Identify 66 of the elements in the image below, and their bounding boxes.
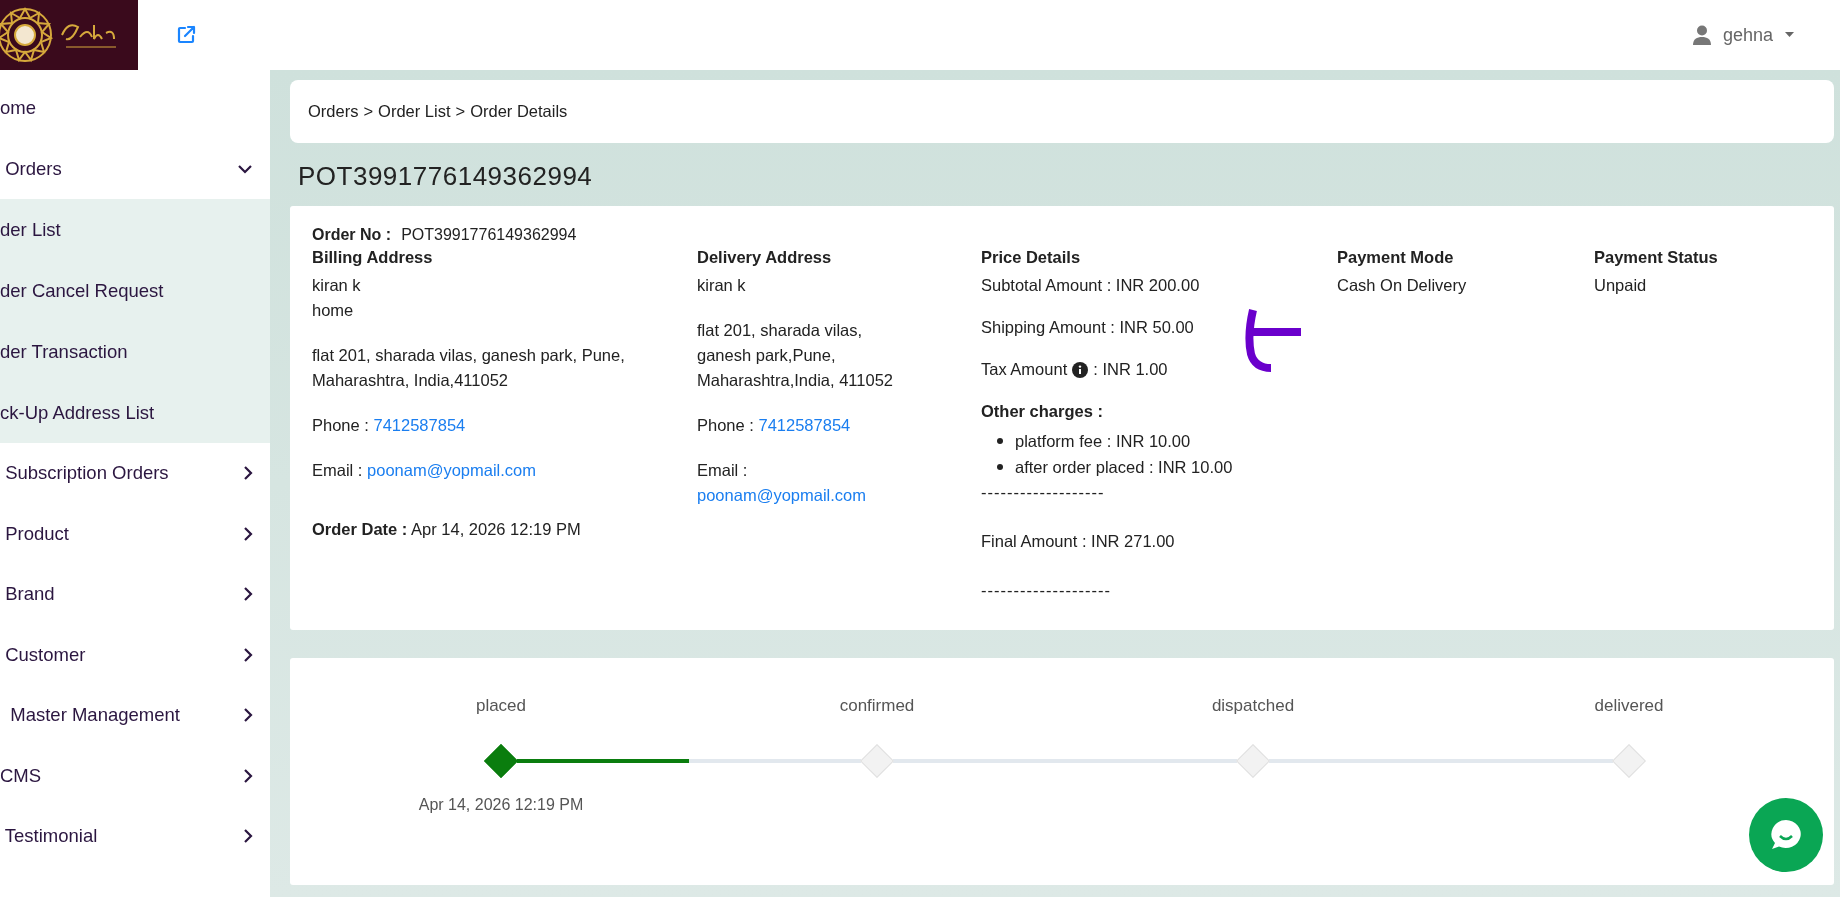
sidebar-subitem[interactable]: ck-Up Address List xyxy=(0,382,270,443)
step-label: dispatched xyxy=(1211,696,1295,716)
email-label: Email : xyxy=(312,461,363,479)
column-heading: Payment Mode xyxy=(1337,248,1455,267)
bullet-icon xyxy=(997,464,1003,470)
tax-value: : INR 1.00 xyxy=(1093,359,1168,380)
order-date-value: Apr 14, 2026 12:19 PM xyxy=(411,520,581,538)
sidebar-subitem[interactable]: der Cancel Request xyxy=(0,260,270,321)
dashed-rule-text: ------------------- xyxy=(981,482,1106,503)
caret-icon xyxy=(1785,32,1794,38)
address-label: home xyxy=(312,300,355,321)
sidebar-item[interactable]: Product xyxy=(0,503,270,564)
tax-label: Tax Amount xyxy=(981,359,1068,380)
page-title: POT3991776149362994 xyxy=(298,161,594,192)
subtotal-text: Subtotal Amount : INR 200.00 xyxy=(981,275,1201,296)
phone-link[interactable]: 7412587854 xyxy=(373,416,466,434)
other-charges-heading: Other charges : xyxy=(981,401,1104,422)
breadcrumb-separator: > xyxy=(363,102,374,121)
order-no-value: POT3991776149362994 xyxy=(401,226,577,244)
sidebar-item[interactable]: Master Management xyxy=(0,685,270,746)
sidebar-item[interactable]: Subscription Orders xyxy=(0,443,270,504)
step-label: placed xyxy=(475,696,527,716)
step-date: Apr 14, 2026 12:19 PM xyxy=(418,796,584,814)
charge-text: platform fee : INR 10.00 xyxy=(1015,431,1191,452)
sidebar-item[interactable]: Brand xyxy=(0,564,270,625)
email-label: Email : xyxy=(697,461,748,479)
breadcrumb-link[interactable]: Order List xyxy=(378,102,451,121)
charge-text: after order placed : INR 10.00 xyxy=(1015,457,1233,478)
external-link-icon[interactable] xyxy=(176,25,196,45)
billing-address: flat 201, sharada vilas, ganesh park, Pune, Maharashtra, India,411052 xyxy=(312,345,626,391)
step-label: delivered xyxy=(1594,696,1664,716)
info-icon[interactable] xyxy=(1072,361,1089,378)
email-link[interactable]: poonam@yopmail.com xyxy=(367,461,537,479)
breadcrumb-separator: > xyxy=(455,102,466,121)
sidebar-item[interactable]: CMS xyxy=(0,745,270,806)
sidebar-item[interactable]: ome xyxy=(0,78,270,139)
sidebar-item[interactable]: Customer xyxy=(0,624,270,685)
sidebar-subitem[interactable]: der Transaction xyxy=(0,321,270,382)
email-link[interactable]: poonam@yopmail.com xyxy=(697,486,866,504)
hand-drawn-arrow-icon xyxy=(1243,306,1303,372)
phone-label: Phone : xyxy=(697,416,754,434)
column-heading: Delivery Address xyxy=(697,248,833,267)
sidebar-subitem[interactable]: der List xyxy=(0,199,270,260)
final-amount-text: Final Amount : INR 271.00 xyxy=(981,531,1176,552)
shipping-text: Shipping Amount : INR 50.00 xyxy=(981,317,1195,338)
column-heading: Price Details xyxy=(981,248,1082,267)
dashed-rule-text: -------------------- xyxy=(981,580,1112,601)
billing-name: kiran k xyxy=(312,275,362,296)
payment-mode-value: Cash On Delivery xyxy=(1337,275,1468,296)
user-icon xyxy=(1692,25,1711,45)
breadcrumb-link[interactable]: Orders xyxy=(308,102,359,121)
sidebar-item[interactable]: Orders xyxy=(0,138,270,199)
order-no-label: Order No : xyxy=(312,226,392,244)
breadcrumb-link[interactable]: Order Details xyxy=(470,102,568,121)
bullet-icon xyxy=(997,438,1003,444)
order-date-label: Order Date : xyxy=(312,520,408,538)
phone-label: Phone : xyxy=(312,416,369,434)
column-heading: Billing Address xyxy=(312,248,434,267)
step-label: confirmed xyxy=(839,696,915,716)
column-heading: Payment Status xyxy=(1594,248,1719,267)
delivery-name: kiran k xyxy=(697,275,747,296)
payment-status-value: Unpaid xyxy=(1594,275,1648,296)
delivery-address: flat 201, sharada vilas, ganesh park,Pune, Maharashtra,India, 411052 xyxy=(697,320,894,391)
user-menu[interactable]: gehna xyxy=(1688,20,1798,50)
phone-link[interactable]: 7412587854 xyxy=(758,416,851,434)
sidebar-item[interactable]: Testimonial xyxy=(0,806,270,867)
